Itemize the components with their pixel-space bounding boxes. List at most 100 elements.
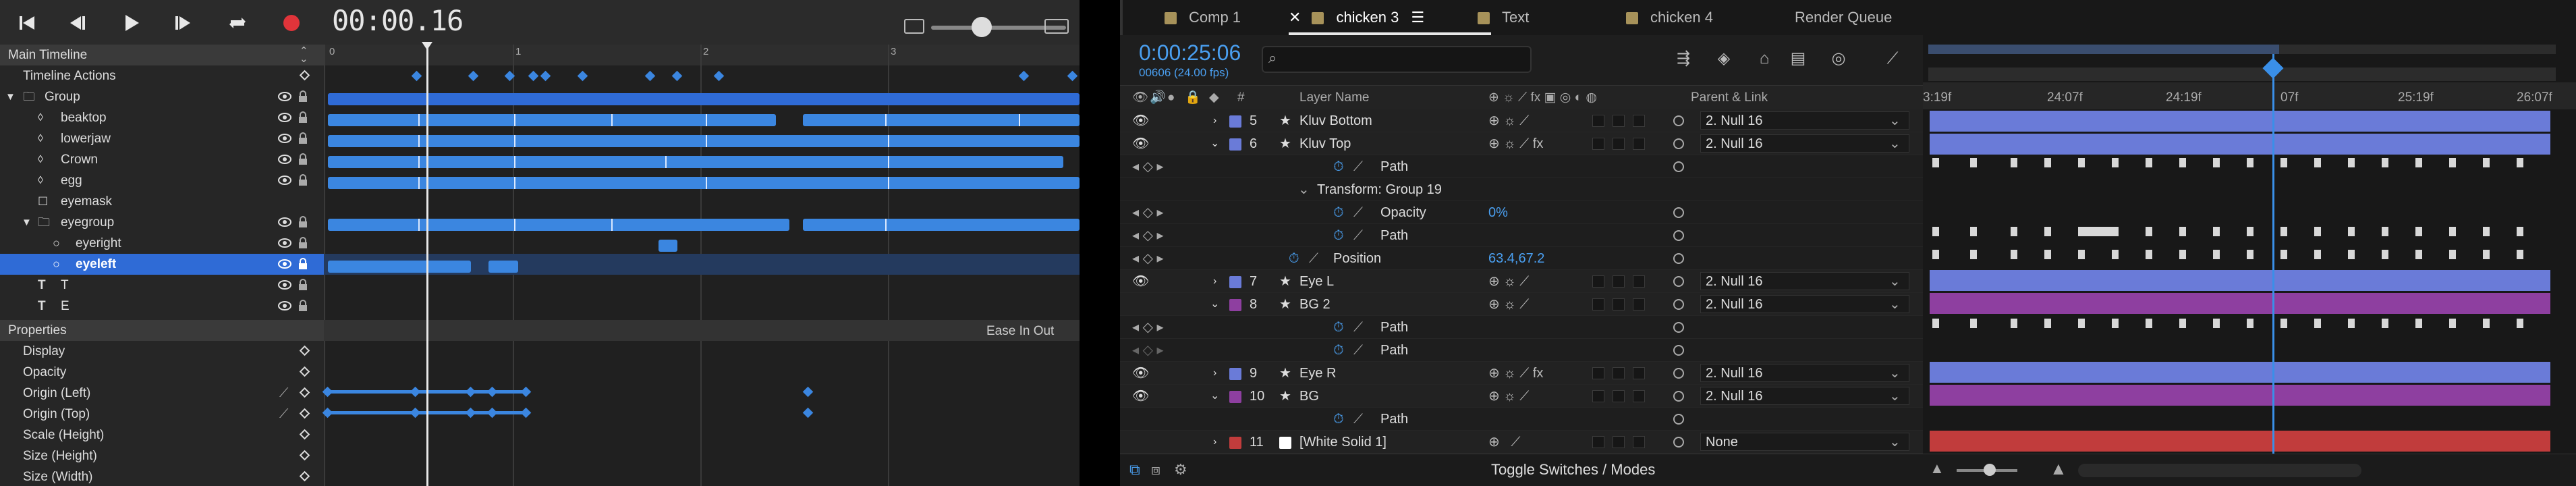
keyframe[interactable]: [411, 70, 422, 82]
pickwhip-icon[interactable]: [1673, 276, 1684, 287]
toggle-switches-modes-button[interactable]: Toggle Switches / Modes: [1491, 461, 1655, 479]
layer-row[interactable]: ⌄ 8 ★ BG 2 ⊕ ☼ ⟋ 2. Null 16 ⌄: [1120, 293, 1923, 316]
stopwatch-icon[interactable]: ⏱: [1333, 224, 1344, 247]
eye-icon[interactable]: [278, 259, 291, 269]
tab-render-queue[interactable]: Render Queue: [1795, 0, 1892, 35]
prop-display[interactable]: Display: [0, 341, 324, 362]
lock-icon[interactable]: [298, 258, 308, 270]
layer-row[interactable]: 👁 ⌄ 10 ★ BG ⊕ ☼ ⟋ 2. Null 16 ⌄: [1120, 385, 1923, 408]
expression-icon[interactable]: [1673, 322, 1684, 333]
row-eyeleft[interactable]: ○ eyeleft: [0, 254, 324, 275]
eye-icon[interactable]: [278, 154, 291, 165]
row-eyeright[interactable]: ○ eyeright: [0, 233, 324, 254]
keyframe[interactable]: [802, 407, 814, 418]
stopwatch-icon[interactable]: ⏱: [1333, 155, 1344, 178]
switch-icons[interactable]: ⊕ ☼ ⟋: [1488, 109, 1529, 132]
track-bar-group[interactable]: [328, 93, 1080, 105]
step-forward-button[interactable]: [169, 8, 198, 38]
pickwhip-icon[interactable]: [1673, 115, 1684, 126]
curve-icon[interactable]: ⟋: [279, 383, 288, 404]
solo-icon[interactable]: ●: [1167, 86, 1175, 110]
keyframe[interactable]: [520, 386, 532, 398]
track-bar-eyegroup-2[interactable]: [803, 219, 1080, 231]
graph-icon[interactable]: ⟋: [1309, 247, 1318, 270]
keyframe-nav-icons[interactable]: ◂ ◇ ▸: [1132, 201, 1164, 224]
lock-icon[interactable]: [298, 111, 308, 124]
property-row[interactable]: ◂ ◇ ▸ ⏱ ⟋ Path: [1120, 155, 1923, 178]
layer-bar[interactable]: [1930, 431, 2550, 452]
pickwhip-icon[interactable]: [1673, 138, 1684, 149]
layer-name[interactable]: BG: [1299, 385, 1319, 408]
keyframe-diamond-icon[interactable]: [299, 450, 310, 461]
eye-icon[interactable]: [278, 300, 291, 311]
eye-icon[interactable]: 👁: [1132, 109, 1149, 132]
tab-chicken-3[interactable]: ✕ chicken 3 ☰: [1289, 0, 1424, 35]
zoom-slider-knob[interactable]: [972, 17, 992, 37]
disclosure-triangle-icon[interactable]: ▼: [5, 86, 16, 107]
layer-search-input[interactable]: ⌕: [1262, 46, 1532, 73]
label-icon[interactable]: ◆: [1209, 86, 1219, 110]
label-color-swatch[interactable]: [1229, 115, 1241, 128]
record-button[interactable]: [277, 8, 306, 38]
keyframe-markers[interactable]: [1923, 157, 2576, 393]
keyframe-diamond-icon[interactable]: [299, 345, 310, 356]
stopwatch-icon[interactable]: ⏱: [1333, 201, 1344, 224]
disclosure-triangle-icon[interactable]: ▼: [22, 212, 32, 233]
layer-row[interactable]: 👁 › 9 ★ Eye R ⊕ ☼ ⟋ fx 2. Null 16 ⌄: [1120, 362, 1923, 385]
stopwatch-icon[interactable]: ⏱: [1333, 408, 1344, 431]
property-row[interactable]: ⏱ ⟋ Path: [1120, 408, 1923, 431]
eye-icon[interactable]: 👁: [1132, 362, 1149, 385]
keyframe[interactable]: [410, 407, 421, 418]
keyframe[interactable]: [468, 70, 479, 82]
keyframe[interactable]: [520, 407, 532, 418]
audio-icon[interactable]: 🔊: [1150, 86, 1166, 110]
prop-origin-top[interactable]: Origin (Top) ⟋: [0, 404, 324, 425]
pickwhip-icon[interactable]: [1673, 437, 1684, 448]
chevron-down-icon[interactable]: ⌄: [1210, 132, 1219, 155]
pickwhip-icon[interactable]: [1673, 368, 1684, 379]
time-navigator[interactable]: [1928, 68, 2556, 81]
graph-editor-icon[interactable]: ⟋: [1882, 49, 1903, 69]
time-ruler[interactable]: [1923, 82, 2576, 109]
property-value[interactable]: 0%: [1488, 201, 1508, 224]
zoom-in-icon[interactable]: [1044, 19, 1069, 34]
keyframe[interactable]: [540, 70, 551, 82]
column-layer-name[interactable]: Layer Name: [1299, 86, 1370, 110]
label-color-swatch[interactable]: [1229, 276, 1241, 288]
chevron-down-icon[interactable]: ⌄: [1210, 385, 1219, 408]
track-bar-egg[interactable]: [328, 177, 1080, 189]
menu-icon[interactable]: ☰: [1411, 9, 1424, 26]
property-value[interactable]: 63.4,67.2: [1488, 247, 1544, 270]
zoom-out-icon[interactable]: [904, 19, 924, 34]
graph-icon[interactable]: ⟋: [1353, 339, 1363, 362]
eye-icon[interactable]: [278, 112, 291, 123]
track-bar-eyeright[interactable]: [659, 240, 677, 252]
lock-icon[interactable]: 🔒: [1185, 86, 1201, 110]
lock-icon[interactable]: [298, 90, 308, 103]
layer-name[interactable]: Kluv Bottom: [1299, 109, 1372, 132]
expression-icon[interactable]: [1673, 414, 1684, 425]
keyframe[interactable]: [1067, 70, 1078, 82]
keyframe[interactable]: [465, 407, 476, 418]
keyframe-diamond-icon[interactable]: [299, 470, 310, 482]
keyframe-diamond-icon[interactable]: [299, 70, 310, 81]
graph-icon[interactable]: ⟋: [1353, 155, 1363, 178]
switch-icons[interactable]: ⊕ ☼ ⟋: [1488, 270, 1529, 293]
layer-row[interactable]: 👁 › 7 ★ Eye L ⊕ ☼ ⟋ 2. Null 16 ⌄: [1120, 270, 1923, 293]
eye-icon[interactable]: 👁: [1132, 385, 1149, 408]
layer-row[interactable]: 👁 › 5 ★ Kluv Bottom ⊕ ☼ ⟋ 2. Null 16 ⌄: [1120, 109, 1923, 132]
keyframe[interactable]: [486, 386, 498, 398]
play-button[interactable]: [116, 8, 146, 38]
row-text-e[interactable]: T E: [0, 296, 324, 317]
switch-icons[interactable]: ⊕ ☼ ⟋: [1488, 293, 1529, 316]
render-time-icon[interactable]: ⚙: [1174, 461, 1187, 479]
lock-icon[interactable]: [298, 153, 308, 165]
zoom-in-mountain-icon[interactable]: ▲: [2050, 458, 2067, 479]
keyframe[interactable]: [410, 386, 421, 398]
keyframe[interactable]: [486, 407, 498, 418]
tab-comp-1[interactable]: Comp 1: [1165, 0, 1241, 35]
row-crown[interactable]: ◊ Crown: [0, 149, 324, 170]
keyframe[interactable]: [528, 70, 539, 82]
main-timeline-header[interactable]: Main Timeline ⌃ ⌄: [0, 45, 324, 65]
keyframe-diamond-icon[interactable]: [299, 366, 310, 377]
